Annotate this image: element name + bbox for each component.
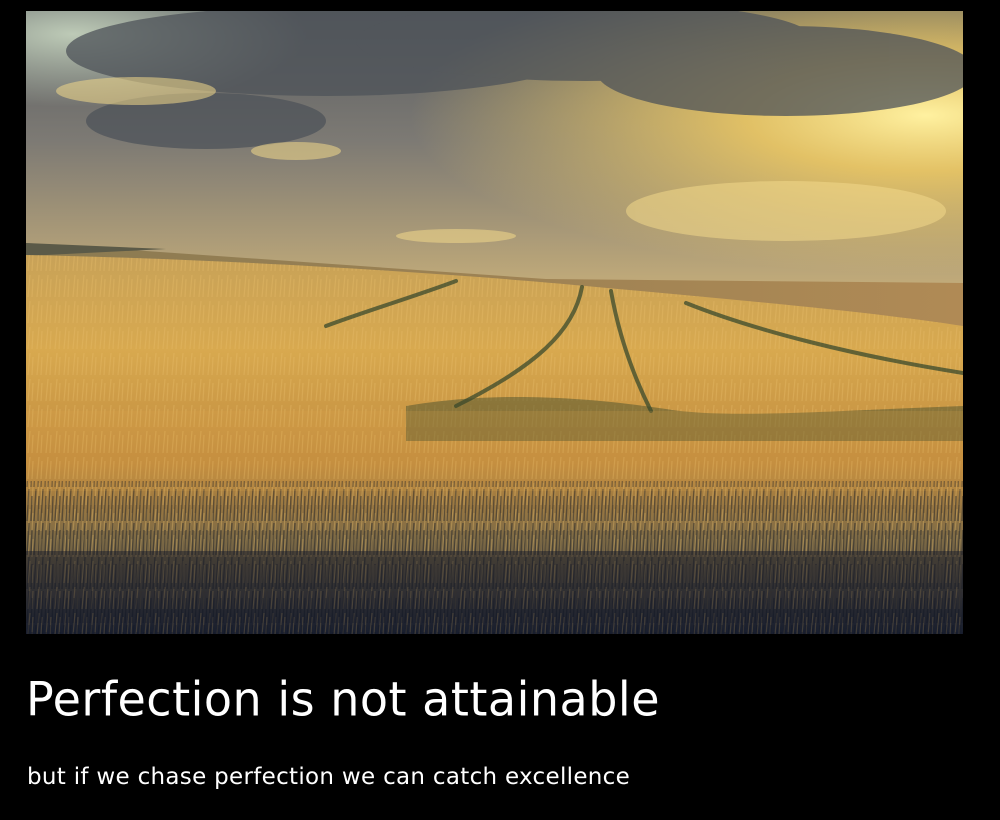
page: Perfection is not attainable but if we c…	[0, 0, 1000, 820]
subheadline: but if we chase perfection we can catch …	[27, 764, 631, 790]
headline: Perfection is not attainable	[26, 671, 661, 727]
hero-image	[26, 11, 963, 634]
